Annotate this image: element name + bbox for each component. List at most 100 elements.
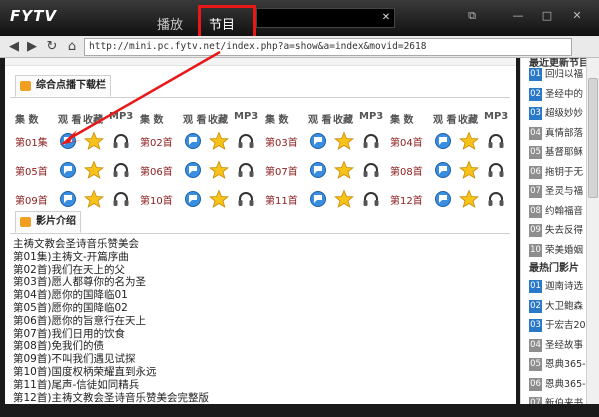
hot-movie-item[interactable]: 03 于宏吉20 <box>529 317 586 334</box>
mp3-headphones-icon[interactable] <box>486 189 506 209</box>
episode-link[interactable]: 第09首 <box>15 192 48 207</box>
rank-badge: 04 <box>529 126 542 140</box>
mp3-headphones-icon[interactable] <box>361 131 381 151</box>
mp3-headphones-icon[interactable] <box>111 131 131 151</box>
watch-icon[interactable] <box>58 131 78 151</box>
hot-movie-item[interactable]: 04 圣经故事 <box>529 337 586 354</box>
right-panel: 最近更新节目 最热门影片 01 回归以福 02 圣经中的 03 超级妙妙 04 真情部落 05 基… <box>520 58 586 404</box>
hot-movie-item[interactable]: 05 恩典365- <box>529 356 586 373</box>
search-clear-icon[interactable]: ✕ <box>378 10 394 26</box>
intro-section-tab[interactable]: 影片介绍 <box>15 211 81 233</box>
watch-icon[interactable] <box>183 160 203 180</box>
favorite-star-icon[interactable] <box>83 160 105 180</box>
column-header: MP3 <box>484 111 509 122</box>
restore-icon[interactable]: ⧉ <box>462 7 482 25</box>
recent-update-item[interactable]: 07 圣灵与福 <box>529 183 586 200</box>
recent-update-item[interactable]: 01 回归以福 <box>529 66 586 83</box>
refresh-icon[interactable]: ↻ <box>44 38 60 56</box>
watch-icon[interactable] <box>58 189 78 209</box>
forward-icon[interactable]: ▶ <box>24 38 40 56</box>
mp3-headphones-icon[interactable] <box>236 189 256 209</box>
rank-badge: 03 <box>529 319 542 332</box>
column-header: MP3 <box>109 111 134 122</box>
favorite-star-icon[interactable] <box>208 189 230 209</box>
watch-icon[interactable] <box>183 189 203 209</box>
watch-icon[interactable] <box>433 131 453 151</box>
favorite-star-icon[interactable] <box>333 189 355 209</box>
mp3-headphones-icon[interactable] <box>236 131 256 151</box>
episode-link[interactable]: 第07首 <box>265 163 298 178</box>
recent-update-item[interactable]: 04 真情部落 <box>529 125 586 142</box>
rank-badge: 01 <box>529 280 542 293</box>
recent-update-item[interactable]: 03 超级妙妙 <box>529 105 586 122</box>
favorite-star-icon[interactable] <box>208 131 230 151</box>
hot-movie-item[interactable]: 07 新伯来书 <box>529 395 586 404</box>
recent-update-label: 超级妙妙 <box>545 108 584 119</box>
favorite-star-icon[interactable] <box>458 160 480 180</box>
column-header: 收藏 <box>83 115 103 126</box>
scrollbar[interactable] <box>586 58 599 404</box>
recent-update-item[interactable]: 06 拖钥于无 <box>529 164 586 181</box>
close-icon[interactable]: ✕ <box>567 7 587 25</box>
watch-icon[interactable] <box>433 160 453 180</box>
hot-movie-item[interactable]: 06 恩典365- <box>529 376 586 393</box>
episode-link[interactable]: 第12首 <box>390 192 423 207</box>
favorite-star-icon[interactable] <box>83 131 105 151</box>
url-field[interactable]: http://mini.pc.fytv.net/index.php?a=show… <box>84 38 572 56</box>
episode-link[interactable]: 第08首 <box>390 163 423 178</box>
episode-link[interactable]: 第03首 <box>265 134 298 149</box>
episode-link[interactable]: 第04首 <box>390 134 423 149</box>
rank-badge: 06 <box>529 165 542 179</box>
watch-icon[interactable] <box>183 131 203 151</box>
mp3-headphones-icon[interactable] <box>236 160 256 180</box>
intro-line: 第10首)国度权柄荣耀直到永远 <box>13 365 157 378</box>
episode-link[interactable]: 第10首 <box>140 192 173 207</box>
episode-row: 第01集 第02首 第03首 第04首 <box>5 129 516 154</box>
favorite-star-icon[interactable] <box>458 189 480 209</box>
hot-movie-label: 于宏吉20 <box>545 320 586 331</box>
mp3-headphones-icon[interactable] <box>361 189 381 209</box>
maximize-icon[interactable]: □ <box>537 7 557 25</box>
rank-badge: 02 <box>529 299 542 313</box>
favorite-star-icon[interactable] <box>83 189 105 209</box>
mp3-headphones-icon[interactable] <box>111 189 131 209</box>
episode-link[interactable]: 第01集 <box>15 134 48 149</box>
scrollbar-thumb[interactable] <box>588 78 598 198</box>
tab-play[interactable]: 播放 <box>157 14 183 33</box>
episode-link[interactable]: 第02首 <box>140 134 173 149</box>
recent-update-item[interactable]: 08 约翰福音 <box>529 203 586 220</box>
watch-icon[interactable] <box>433 189 453 209</box>
favorite-star-icon[interactable] <box>333 160 355 180</box>
column-header: 观 看 <box>308 115 332 126</box>
column-header: 集 数 <box>390 115 414 126</box>
episode-link[interactable]: 第11首 <box>265 192 298 207</box>
intro-line: 第07首)我们日用的饮食 <box>13 327 125 340</box>
download-section-tab[interactable]: 综合点播下载栏 <box>15 75 111 97</box>
episode-link[interactable]: 第06首 <box>140 163 173 178</box>
hot-movie-item[interactable]: 02 大卫鲍森 <box>529 298 586 315</box>
back-icon[interactable]: ◀ <box>6 38 22 56</box>
hot-movie-item[interactable]: 01 迦南诗选 <box>529 278 586 295</box>
favorite-star-icon[interactable] <box>458 131 480 151</box>
episode-link[interactable]: 第05首 <box>15 163 48 178</box>
recent-update-item[interactable]: 02 圣经中的 <box>529 86 586 103</box>
favorite-star-icon[interactable] <box>333 131 355 151</box>
watch-icon[interactable] <box>308 189 328 209</box>
minimize-icon[interactable]: — <box>508 7 528 25</box>
mp3-headphones-icon[interactable] <box>111 160 131 180</box>
watch-icon[interactable] <box>308 160 328 180</box>
search-input[interactable] <box>256 8 395 28</box>
home-icon[interactable]: ⌂ <box>64 38 80 56</box>
favorite-star-icon[interactable] <box>208 160 230 180</box>
rank-badge: 06 <box>529 377 542 391</box>
recent-update-item[interactable]: 09 失去反得 <box>529 222 586 239</box>
recent-update-item[interactable]: 10 荣美婚姻 <box>529 242 586 259</box>
watch-icon[interactable] <box>308 131 328 151</box>
mp3-headphones-icon[interactable] <box>486 131 506 151</box>
recent-update-item[interactable]: 05 基督耶稣 <box>529 144 586 161</box>
recent-update-label: 真情部落 <box>545 127 584 139</box>
mp3-headphones-icon[interactable] <box>486 160 506 180</box>
rank-badge: 04 <box>529 338 542 352</box>
watch-icon[interactable] <box>58 160 78 180</box>
mp3-headphones-icon[interactable] <box>361 160 381 180</box>
